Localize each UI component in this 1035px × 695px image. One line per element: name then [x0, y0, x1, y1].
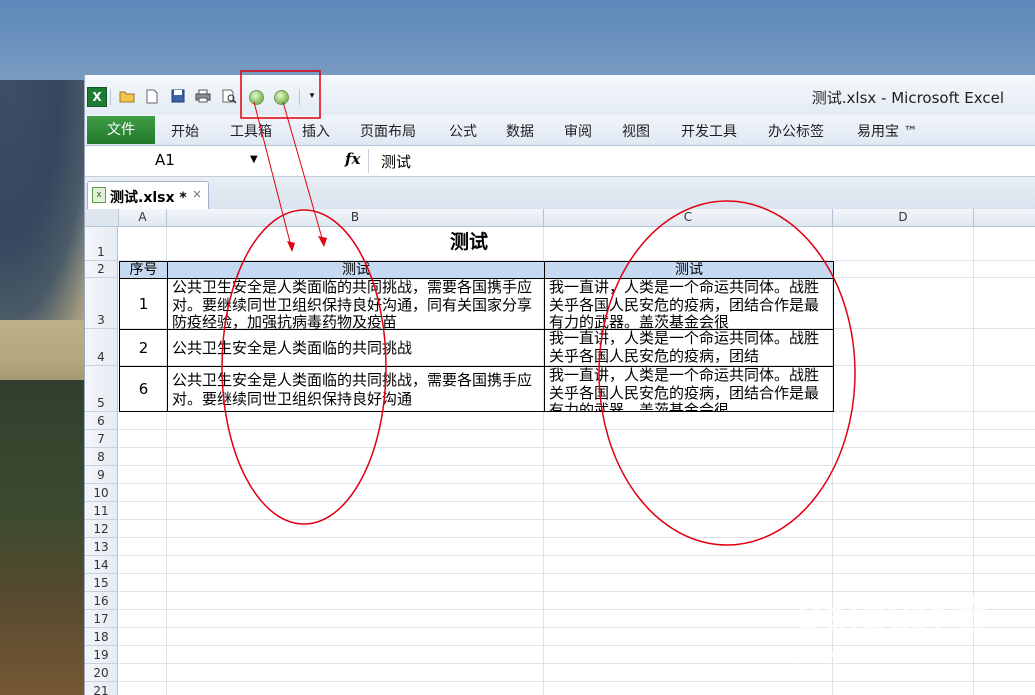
row-header[interactable]: 2	[85, 261, 118, 278]
tab-developer[interactable]: 开发工具	[681, 121, 737, 141]
gridline	[119, 447, 1035, 448]
tab-file[interactable]: 文件	[87, 116, 155, 144]
green-circle-icon[interactable]	[249, 90, 264, 105]
workbook-icon: x	[92, 187, 106, 203]
tab-insert[interactable]: 插入	[302, 121, 330, 141]
row-header[interactable]: 17	[85, 610, 118, 628]
header-cell-b[interactable]: 测试	[167, 261, 545, 279]
baidu-watermark: Baidu经验 jingyan.baidu.com	[795, 585, 987, 667]
qat-separator	[110, 89, 111, 105]
row-header[interactable]: 7	[85, 430, 118, 448]
cell-no[interactable]: 2	[119, 329, 168, 367]
tab-yiyongbao[interactable]: 易用宝 ™	[857, 121, 917, 141]
cell-b[interactable]: 公共卫生安全是人类面临的共同挑战	[167, 329, 545, 367]
name-box-value: A1	[155, 151, 175, 169]
tab-home[interactable]: 开始	[171, 121, 199, 141]
sheet-title-cell[interactable]: 测试	[450, 227, 488, 254]
row-header[interactable]: 6	[85, 412, 118, 430]
tab-review[interactable]: 审阅	[564, 121, 592, 141]
open-icon[interactable]	[118, 88, 136, 104]
document-tab-label: 测试.xlsx *	[110, 190, 187, 206]
row-header[interactable]: 21	[85, 682, 118, 695]
window-title: 测试.xlsx - Microsoft Excel	[811, 89, 1004, 107]
new-icon[interactable]	[143, 88, 161, 104]
tab-page-layout[interactable]: 页面布局	[360, 121, 416, 141]
column-header-a[interactable]: A	[119, 209, 167, 227]
tab-formulas[interactable]: 公式	[449, 121, 477, 141]
save-icon[interactable]	[169, 88, 187, 104]
formula-input[interactable]: 测试	[381, 151, 411, 172]
name-box[interactable]: A1 ▼	[85, 148, 265, 172]
cell-c[interactable]: 我一直讲，人类是一个命运共同体。战胜关乎各国人民安危的疫病，团结合作是最有力的武…	[544, 366, 834, 412]
tab-data[interactable]: 数据	[506, 121, 534, 141]
row-header[interactable]: 14	[85, 556, 118, 574]
gridline	[119, 537, 1035, 538]
column-header-e[interactable]	[974, 209, 1035, 227]
row-header[interactable]: 11	[85, 502, 118, 520]
cell-c[interactable]: 我一直讲，人类是一个命运共同体。战胜关乎各国人民安危的疫病，团结合作是最有力的武…	[544, 278, 834, 330]
mountain-scenery	[0, 80, 90, 320]
column-header-d[interactable]: D	[833, 209, 974, 227]
tab-toolbox[interactable]: 工具箱	[230, 121, 272, 141]
name-box-dropdown-icon[interactable]: ▼	[250, 148, 258, 172]
formula-bar: A1 ▼ fx 测试	[85, 146, 1035, 177]
row-header[interactable]: 12	[85, 520, 118, 538]
row-header[interactable]: 10	[85, 484, 118, 502]
header-cell-c[interactable]: 测试	[544, 261, 834, 279]
row-header[interactable]: 4	[85, 329, 118, 366]
row-header[interactable]: 19	[85, 646, 118, 664]
column-header-c[interactable]: C	[544, 209, 833, 227]
title-bar: X ▾ 测试.xlsx - Microsoft Excel	[85, 75, 1035, 115]
row-header[interactable]: 20	[85, 664, 118, 682]
row-header[interactable]: 18	[85, 628, 118, 646]
watermark-logo: Baidu经验	[795, 594, 987, 638]
cell-no[interactable]: 1	[119, 278, 168, 330]
ribbon-tabs: 文件 开始 工具箱 插入 页面布局 公式 数据 审阅 视图 开发工具 办公标签 …	[85, 115, 1035, 145]
document-tab[interactable]: x 测试.xlsx * ×	[87, 181, 209, 209]
customize-qat-icon[interactable]: ▾	[303, 88, 321, 104]
row-header[interactable]: 3	[85, 278, 118, 329]
row-header[interactable]: 13	[85, 538, 118, 556]
cell-b[interactable]: 公共卫生安全是人类面临的共同挑战，需要各国携手应对。要继续同世卫组织保持良好沟通	[167, 366, 545, 412]
row-header[interactable]: 15	[85, 574, 118, 592]
print-preview-icon[interactable]	[220, 88, 238, 104]
cell-b[interactable]: 公共卫生安全是人类面临的共同挑战，需要各国携手应对。要继续同世卫组织保持良好沟通…	[167, 278, 545, 330]
watermark-url: jingyan.baidu.com	[795, 645, 971, 667]
cell-no[interactable]: 6	[119, 366, 168, 412]
qat-separator	[299, 89, 300, 105]
row-header[interactable]: 1	[85, 227, 118, 261]
document-tab-strip: x 测试.xlsx * ×	[85, 177, 1035, 210]
gridline	[119, 429, 1035, 430]
row-header[interactable]: 9	[85, 466, 118, 484]
print-icon[interactable]	[194, 88, 212, 104]
green-circle-icon[interactable]	[274, 90, 289, 105]
row-header[interactable]: 5	[85, 366, 118, 412]
insert-function-icon[interactable]: fx	[345, 150, 360, 168]
select-all-corner[interactable]	[85, 209, 119, 227]
row-header[interactable]: 16	[85, 592, 118, 610]
row-header[interactable]: 8	[85, 448, 118, 466]
close-tab-icon[interactable]: ×	[192, 187, 202, 201]
gridline	[119, 681, 1035, 682]
gridline	[119, 483, 1035, 484]
gridline	[119, 519, 1035, 520]
tab-office-tab[interactable]: 办公标签	[768, 121, 824, 141]
gridline	[119, 465, 1035, 466]
column-header-b[interactable]: B	[167, 209, 544, 227]
formula-separator	[368, 149, 369, 173]
header-cell-no[interactable]: 序号	[119, 261, 168, 279]
gridline	[119, 501, 1035, 502]
tab-view[interactable]: 视图	[622, 121, 650, 141]
excel-app-icon[interactable]: X	[87, 87, 107, 107]
cell-c[interactable]: 我一直讲，人类是一个命运共同体。战胜关乎各国人民安危的疫病，团结	[544, 329, 834, 367]
gridline	[119, 555, 1035, 556]
trees-scenery	[0, 380, 90, 695]
gridline	[119, 573, 1035, 574]
